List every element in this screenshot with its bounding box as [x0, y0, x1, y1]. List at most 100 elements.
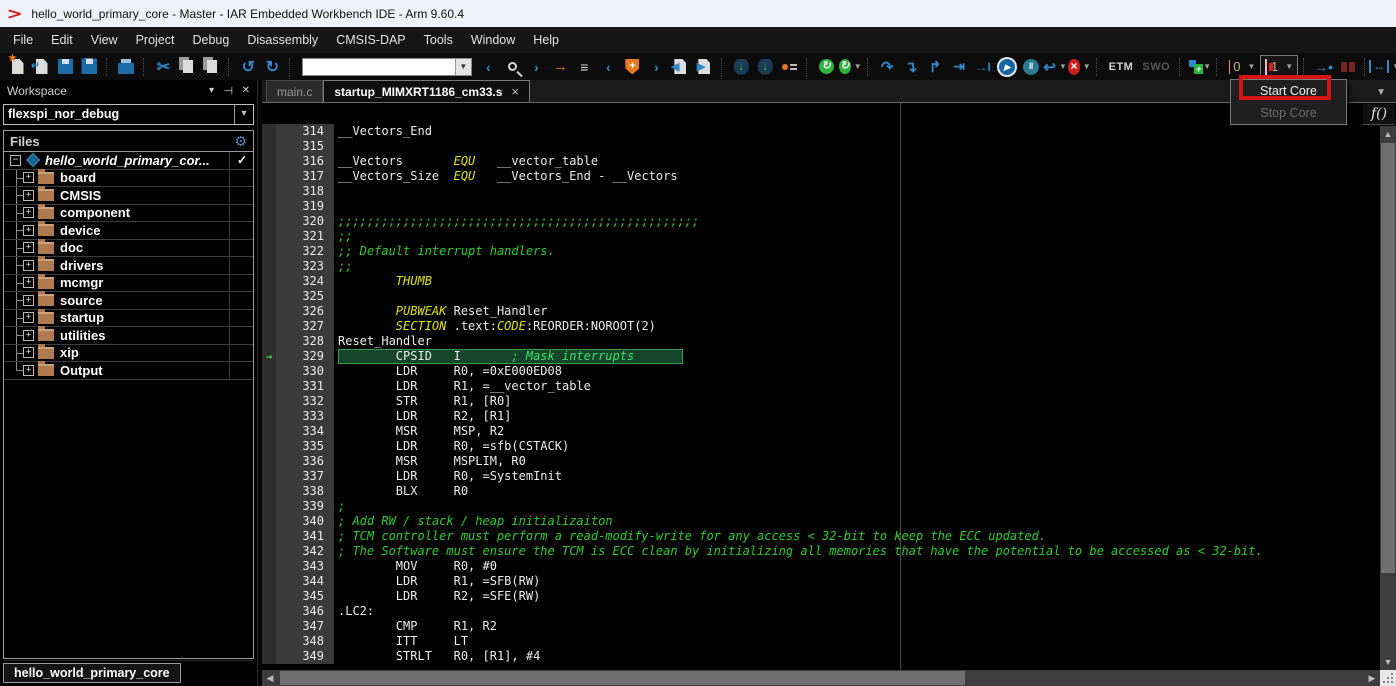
chevron-down-icon[interactable]: ▼	[1392, 62, 1396, 71]
chevron-down-icon[interactable]: ▼	[1059, 62, 1067, 71]
scroll-down-icon[interactable]: ▼	[1380, 654, 1396, 670]
editor-tab-main-c[interactable]: main.c	[266, 80, 323, 102]
next-bookmark-button[interactable]: ▶	[693, 55, 716, 79]
live-watch-button[interactable]	[778, 55, 801, 79]
expand-icon[interactable]: +	[23, 347, 34, 358]
breakpoint-gutter[interactable]	[262, 154, 276, 169]
redo-button[interactable]: ↻	[261, 55, 284, 79]
breakpoint-gutter[interactable]	[262, 409, 276, 424]
open-document-button[interactable]: ↵	[30, 55, 53, 79]
tree-item-mcmgr[interactable]: +mcmgr	[4, 275, 253, 293]
etm-indicator[interactable]: ETM	[1105, 61, 1138, 73]
breakpoint-gutter[interactable]	[262, 529, 276, 544]
breakpoint-gutter[interactable]	[262, 394, 276, 409]
tree-item-startup[interactable]: +startup	[4, 310, 253, 328]
tree-item-utilities[interactable]: +utilities	[4, 327, 253, 345]
resize-grip[interactable]	[1380, 670, 1396, 686]
undo-button[interactable]: ↺	[237, 55, 260, 79]
paste-button[interactable]	[200, 55, 223, 79]
menu-view[interactable]: View	[82, 27, 127, 53]
expand-icon[interactable]: +	[23, 365, 34, 376]
breakpoint-gutter[interactable]	[262, 259, 276, 274]
scroll-right-icon[interactable]: ▶	[1364, 670, 1380, 686]
run-to-cursor-button[interactable]: →I	[972, 55, 995, 79]
tree-item-drivers[interactable]: +drivers	[4, 257, 253, 275]
close-tab-icon[interactable]: ×	[511, 84, 519, 99]
breakpoint-gutter[interactable]	[262, 334, 276, 349]
autofit-columns-button[interactable]: ↔▼	[1373, 55, 1396, 79]
horizontal-scrollbar[interactable]: ◀ ▶	[262, 670, 1380, 686]
menu-edit[interactable]: Edit	[42, 27, 82, 53]
tree-item-cmsis[interactable]: +CMSIS	[4, 187, 253, 205]
expand-icon[interactable]: +	[23, 207, 34, 218]
menu-cmsis-dap[interactable]: CMSIS-DAP	[327, 27, 414, 53]
expand-icon[interactable]: +	[23, 260, 34, 271]
breakpoint-gutter[interactable]	[262, 229, 276, 244]
navigate-forward-button[interactable]: ›	[645, 55, 668, 79]
horizontal-scrollbar-thumb[interactable]	[280, 671, 965, 685]
menu-window[interactable]: Window	[462, 27, 524, 53]
search-previous-button[interactable]: ‹	[477, 55, 500, 79]
full-restart-button[interactable]: ↻▼	[839, 55, 862, 79]
breakpoint-gutter[interactable]	[262, 424, 276, 439]
swo-indicator[interactable]: SWO	[1138, 61, 1174, 73]
next-statement-button[interactable]: ⇥	[948, 55, 971, 79]
navigate-backward-button[interactable]: ‹	[597, 55, 620, 79]
expand-icon[interactable]: +	[23, 172, 34, 183]
reset-button[interactable]: ↩▼	[1044, 55, 1067, 79]
tree-item-component[interactable]: +component	[4, 205, 253, 223]
breakpoint-gutter[interactable]	[262, 244, 276, 259]
go-button[interactable]: ▶	[996, 55, 1019, 79]
previous-bookmark-button[interactable]: ◀	[669, 55, 692, 79]
download-and-debug-button[interactable]: ↓	[730, 55, 753, 79]
tree-item-board[interactable]: +board	[4, 170, 253, 188]
chevron-down-icon[interactable]: ▼	[854, 62, 862, 71]
breakpoint-gutter[interactable]	[262, 139, 276, 154]
breakpoint-gutter[interactable]	[262, 124, 276, 139]
breakpoint-gutter[interactable]	[262, 364, 276, 379]
code-area[interactable]: 314__Vectors_End315316__Vectors EQU __ve…	[262, 103, 1380, 670]
tree-item-output[interactable]: +Output	[4, 362, 253, 380]
breakpoint-gutter[interactable]	[262, 544, 276, 559]
menu-project[interactable]: Project	[127, 27, 184, 53]
breakpoint-gutter[interactable]	[262, 304, 276, 319]
menu-file[interactable]: File	[4, 27, 42, 53]
step-out-button[interactable]: ↱	[924, 55, 947, 79]
save-all-button[interactable]	[78, 55, 101, 79]
new-document-button[interactable]: ★	[6, 55, 29, 79]
breakpoint-gutter[interactable]	[262, 559, 276, 574]
menu-help[interactable]: Help	[524, 27, 568, 53]
chevron-down-icon[interactable]: ▼	[1083, 62, 1091, 71]
expand-icon[interactable]: +	[23, 225, 34, 236]
expand-icon[interactable]: +	[23, 330, 34, 341]
menu-disassembly[interactable]: Disassembly	[238, 27, 327, 53]
tab-list-chevron-icon[interactable]: ▼	[1376, 87, 1396, 102]
chevron-down-icon[interactable]: ▼	[1248, 62, 1256, 71]
print-button[interactable]	[115, 55, 138, 79]
collapse-icon[interactable]: −	[10, 155, 21, 166]
breakpoint-gutter[interactable]	[262, 484, 276, 499]
stop-debugging-button[interactable]: ×▼	[1068, 55, 1091, 79]
reset-target-button[interactable]: ↻	[815, 55, 838, 79]
breakpoint-gutter[interactable]	[262, 649, 276, 664]
breakpoint-gutter[interactable]	[262, 469, 276, 484]
breakpoint-gutter[interactable]	[262, 589, 276, 604]
multicore-workspace-button[interactable]: ▼	[1188, 55, 1211, 79]
breakpoint-gutter[interactable]	[262, 184, 276, 199]
find-button[interactable]	[501, 55, 524, 79]
breakpoint-gutter[interactable]	[262, 169, 276, 184]
break-button[interactable]: ‖	[1020, 55, 1043, 79]
execution-arrow-icon[interactable]: →	[262, 349, 276, 364]
expand-icon[interactable]: +	[23, 242, 34, 253]
breakpoint-gutter[interactable]	[262, 439, 276, 454]
breakpoint-gutter[interactable]	[262, 199, 276, 214]
step-over-button[interactable]: ↷	[876, 55, 899, 79]
tree-item-doc[interactable]: +doc	[4, 240, 253, 258]
pin-icon[interactable]: ⊤	[221, 86, 234, 96]
close-icon[interactable]: ✕	[242, 85, 250, 96]
breakpoint-gutter[interactable]	[262, 634, 276, 649]
scroll-left-icon[interactable]: ◀	[262, 670, 278, 686]
toggle-breakpoint-button[interactable]: +	[621, 55, 644, 79]
breakpoint-gutter[interactable]	[262, 379, 276, 394]
editor-tab-startup-mimxrt1186-cm33-s[interactable]: startup_MIMXRT1186_cm33.s×	[323, 80, 530, 102]
